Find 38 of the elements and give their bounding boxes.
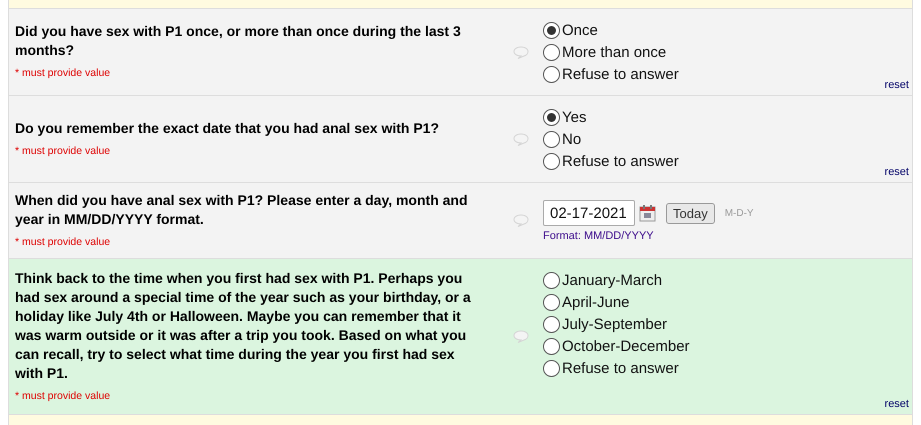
- calendar-icon[interactable]: [639, 204, 656, 222]
- radio-button[interactable]: [543, 294, 560, 311]
- option-label: October-December: [562, 337, 690, 356]
- option-label: Yes: [562, 108, 586, 127]
- date-format-hint: M-D-Y: [724, 206, 754, 220]
- option-label: No: [562, 130, 582, 149]
- radio-button[interactable]: [543, 316, 560, 333]
- radio-button[interactable]: [543, 338, 560, 355]
- reset-link[interactable]: reset: [884, 164, 909, 180]
- option-label: More than once: [562, 43, 666, 62]
- question-text: When did you have anal sex with P1? Please enter a day, month and year in MM/DD/YYYY format.: [15, 190, 469, 229]
- required-note: * must provide value: [15, 144, 112, 159]
- radio-button[interactable]: [543, 22, 560, 39]
- option-label: April-June: [562, 293, 630, 312]
- option-label: Refuse to answer: [562, 359, 679, 378]
- radio-button[interactable]: [543, 131, 560, 148]
- option-label: Once: [562, 21, 598, 40]
- radio-button[interactable]: [543, 44, 560, 61]
- required-note: * must provide value: [15, 388, 112, 404]
- format-note: Format: MM/DD/YYYY: [543, 229, 655, 244]
- option-label: July-September: [562, 315, 668, 334]
- reset-link[interactable]: reset: [884, 76, 909, 93]
- option-label: Refuse to answer: [562, 152, 679, 171]
- radio-button[interactable]: [543, 109, 560, 126]
- date-field[interactable]: 02-17-2021: [543, 200, 635, 226]
- radio-button[interactable]: [543, 360, 560, 377]
- today-button[interactable]: Today: [666, 202, 715, 224]
- option-label: January-March: [562, 271, 662, 290]
- required-note: * must provide value: [15, 66, 112, 82]
- required-note: * must provide value: [15, 234, 112, 250]
- reset-link[interactable]: reset: [884, 396, 909, 412]
- question-text: Do you remember the exact date that you had anal sex with P1?: [15, 118, 440, 138]
- question-text: Did you have sex with P1 once, or more than once during the last 3 months?: [15, 22, 462, 60]
- question-text: Think back to the time when you first had sex with P1. Perhaps you had sex around a special time of the year such as your birthday, or a holiday like July 4th or Halloween. Maybe you can remember that it was warm outside or it was after a trip you took. Based on what you can recall, try to select what time during the year you first had sex with P1.: [15, 268, 472, 383]
- radio-button[interactable]: [543, 272, 560, 289]
- option-label: Refuse to answer: [562, 65, 679, 84]
- radio-button[interactable]: [543, 66, 560, 83]
- radio-button[interactable]: [543, 153, 560, 170]
